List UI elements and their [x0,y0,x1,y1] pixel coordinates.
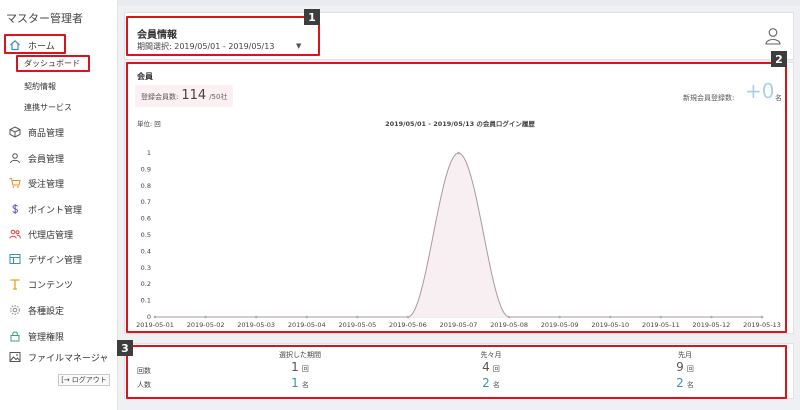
section-badge-3: 3 [117,340,133,356]
subitem-integration[interactable]: 連携サービス [24,100,72,114]
box-icon [9,126,21,138]
sidebar-item-label: 管理権限 [28,332,65,343]
person-icon [9,152,21,164]
highlight-section-2 [126,62,787,333]
section-badge-2: 2 [771,51,787,67]
highlight-home [4,34,66,54]
sidebar-item-label: 代理店管理 [28,230,74,241]
sidebar-item-points[interactable]: ポイント管理 [0,199,118,219]
sidebar-item-files[interactable]: ファイルマネージャ [0,347,118,367]
subitem-contract[interactable]: 契約情報 [24,79,56,93]
sidebar-item-settings[interactable]: 各種設定 [0,300,118,320]
highlight-section-3 [126,345,787,399]
sidebar-item-label: ファイルマネージャ [28,353,109,364]
sidebar-title: マスター管理者 [6,12,83,25]
highlight-section-1 [126,16,320,56]
top-strip [118,0,800,6]
sidebar-item-contents[interactable]: コンテンツ [0,274,118,294]
highlight-dashboard [16,55,90,72]
sidebar-item-label: 受注管理 [28,179,65,190]
lock-icon [9,330,21,342]
gear-icon [9,304,21,316]
logout-icon: [→ [61,376,70,384]
users-icon [9,228,21,240]
dollar-icon [9,203,21,215]
sidebar-item-agents[interactable]: 代理店管理 [0,224,118,244]
sidebar-item-label: ポイント管理 [28,205,83,216]
image-icon [9,351,21,363]
user-account-icon[interactable] [765,27,781,45]
sidebar-item-products[interactable]: 商品管理 [0,122,118,142]
sidebar: マスター管理者 ホーム ダッシュボード 契約情報 連携サービス 商品管理 会員管… [0,0,118,410]
logout-button[interactable]: [→ ログアウト [58,374,110,386]
sidebar-item-label: 商品管理 [28,128,65,139]
sidebar-item-label: コンテンツ [28,280,74,291]
layout-icon [9,253,21,265]
sidebar-item-orders[interactable]: 受注管理 [0,173,118,193]
cart-icon [9,177,21,189]
logout-label: ログアウト [71,376,107,384]
sidebar-item-label: 会員管理 [28,154,65,165]
section-badge-1: 1 [304,9,320,25]
sidebar-item-label: デザイン管理 [28,255,83,266]
sidebar-item-label: 各種設定 [28,306,65,317]
text-icon [9,278,21,290]
sidebar-item-permissions[interactable]: 管理権限 [0,326,118,346]
sidebar-item-members[interactable]: 会員管理 [0,148,118,168]
sidebar-item-design[interactable]: デザイン管理 [0,249,118,269]
